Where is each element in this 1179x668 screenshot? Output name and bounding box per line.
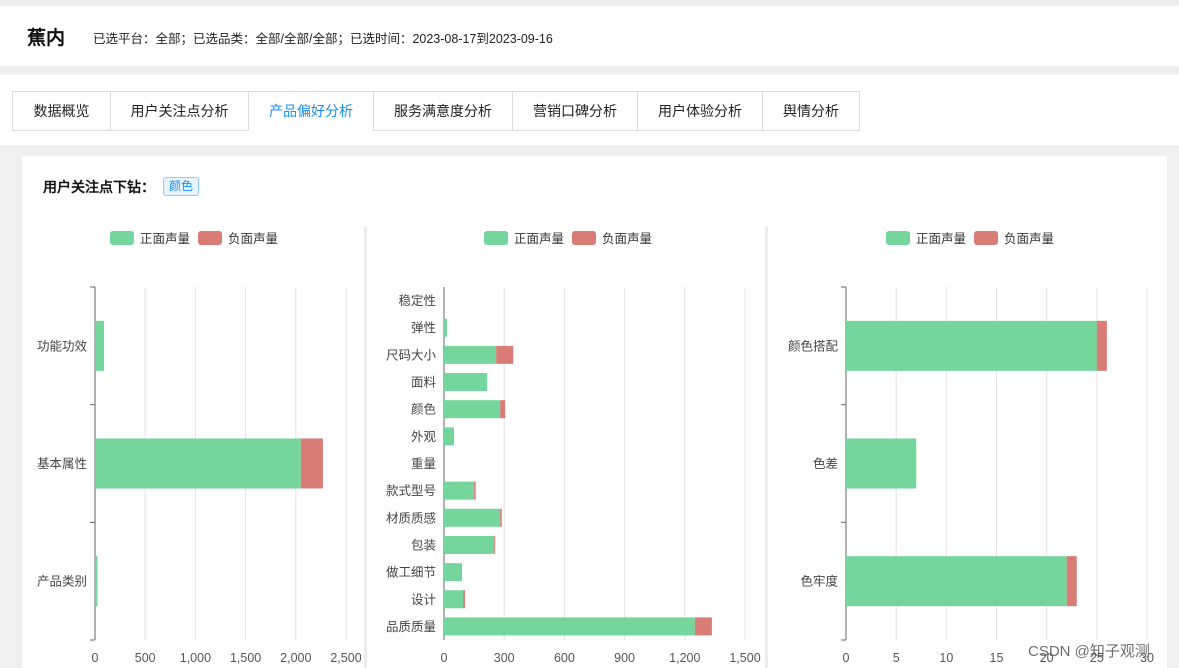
- x-tick-label: 1,500: [729, 651, 760, 665]
- bar-negative: [1096, 320, 1107, 371]
- legend-label-positive: 正面声量: [514, 232, 564, 246]
- x-tick-label: 300: [494, 651, 515, 665]
- y-category-label: 尺码大小: [386, 348, 437, 362]
- legend-label-positive: 正面声量: [916, 232, 966, 246]
- legend-swatch-positive: [886, 231, 910, 245]
- legend-swatch-positive: [110, 231, 134, 245]
- x-tick-label: 900: [614, 651, 635, 665]
- bar-negative: [500, 400, 506, 419]
- y-category-label: 重量: [411, 456, 436, 471]
- x-tick-label: 2,500: [330, 651, 361, 665]
- y-category-label: 设计: [411, 592, 436, 607]
- y-category-label: 色牢度: [800, 574, 838, 589]
- x-tick-label: 15: [990, 651, 1004, 665]
- bar-negative: [474, 481, 476, 500]
- y-category-label: 品质质量: [386, 620, 436, 634]
- y-category-label: 色差: [813, 456, 838, 471]
- bar-positive: [444, 373, 488, 392]
- bar-negative: [694, 617, 712, 636]
- chart-category-bars: 正面声量 负面声量 0 500 1,000 1,500 2,000 2,500 功能功效基本属性…: [37, 231, 362, 665]
- bar-negative: [496, 345, 514, 364]
- y-category-label: 产品类别: [37, 575, 87, 589]
- y-category-label: 基本属性: [37, 457, 87, 471]
- bar-positive: [846, 320, 1097, 371]
- bar-positive: [846, 556, 1067, 607]
- x-tick-label: 1,500: [230, 651, 261, 665]
- y-category-label: 弹性: [411, 321, 436, 335]
- bar-positive: [95, 438, 301, 489]
- bar-positive: [444, 345, 497, 364]
- y-category-label: 材质质感: [386, 510, 436, 525]
- legend-label-negative: 负面声量: [228, 232, 278, 246]
- y-category-label: 做工细节: [386, 565, 436, 580]
- x-tick-label: 10: [939, 651, 953, 665]
- bar-positive: [846, 438, 917, 489]
- legend-label-positive: 正面声量: [140, 232, 190, 246]
- x-tick-label: 2,000: [280, 651, 311, 665]
- bar-positive: [444, 508, 501, 527]
- y-category-label: 款式型号: [386, 484, 436, 498]
- legend-label-negative: 负面声量: [1004, 232, 1054, 246]
- bar-negative: [463, 590, 466, 609]
- bar-positive: [444, 563, 463, 582]
- bar-positive: [95, 556, 98, 607]
- bar-positive: [444, 427, 455, 446]
- x-tick-label: 600: [554, 651, 575, 665]
- y-category-label: 颜色: [411, 402, 437, 417]
- legend-swatch-negative: [974, 231, 998, 245]
- bar-negative: [300, 438, 323, 489]
- y-category-label: 功能功效: [37, 338, 88, 353]
- bar-positive: [444, 535, 495, 554]
- bar-positive: [444, 318, 448, 337]
- bar-positive: [444, 481, 475, 500]
- legend-swatch-negative: [572, 231, 596, 245]
- bar-positive: [444, 400, 501, 419]
- bar-negative: [500, 508, 502, 527]
- x-tick-label: 0: [92, 651, 99, 665]
- chart-color-bars: 正面声量 负面声量0 5 10 15 20 25 30颜色搭配色差色牢度: [788, 231, 1154, 665]
- bar-negative: [494, 535, 496, 554]
- y-category-label: 稳定性: [398, 293, 436, 308]
- watermark: CSDN @知子观测: [1028, 643, 1150, 660]
- x-tick-label: 500: [135, 651, 156, 665]
- y-category-label: 外观: [411, 430, 437, 444]
- y-category-label: 颜色搭配: [788, 338, 839, 353]
- x-tick-label: 1,200: [669, 651, 700, 665]
- legend-swatch-positive: [484, 231, 508, 245]
- bar-positive: [444, 617, 695, 636]
- x-tick-label: 5: [893, 651, 900, 665]
- y-category-label: 面料: [411, 376, 437, 390]
- x-tick-label: 0: [441, 651, 448, 665]
- chart-attribute-bars: 正面声量 负面声量 0 300 600 900 1,200 1,500 稳定性弹性尺码大小面料颜…: [386, 231, 761, 665]
- bar-positive: [95, 320, 105, 371]
- bar-positive: [444, 590, 464, 609]
- y-category-label: 包装: [411, 538, 436, 552]
- legend-swatch-negative: [198, 231, 222, 245]
- bar-negative: [1066, 556, 1077, 607]
- legend-label-negative: 负面声量: [602, 232, 652, 246]
- x-tick-label: 1,000: [180, 651, 211, 665]
- x-tick-label: 0: [843, 651, 850, 665]
